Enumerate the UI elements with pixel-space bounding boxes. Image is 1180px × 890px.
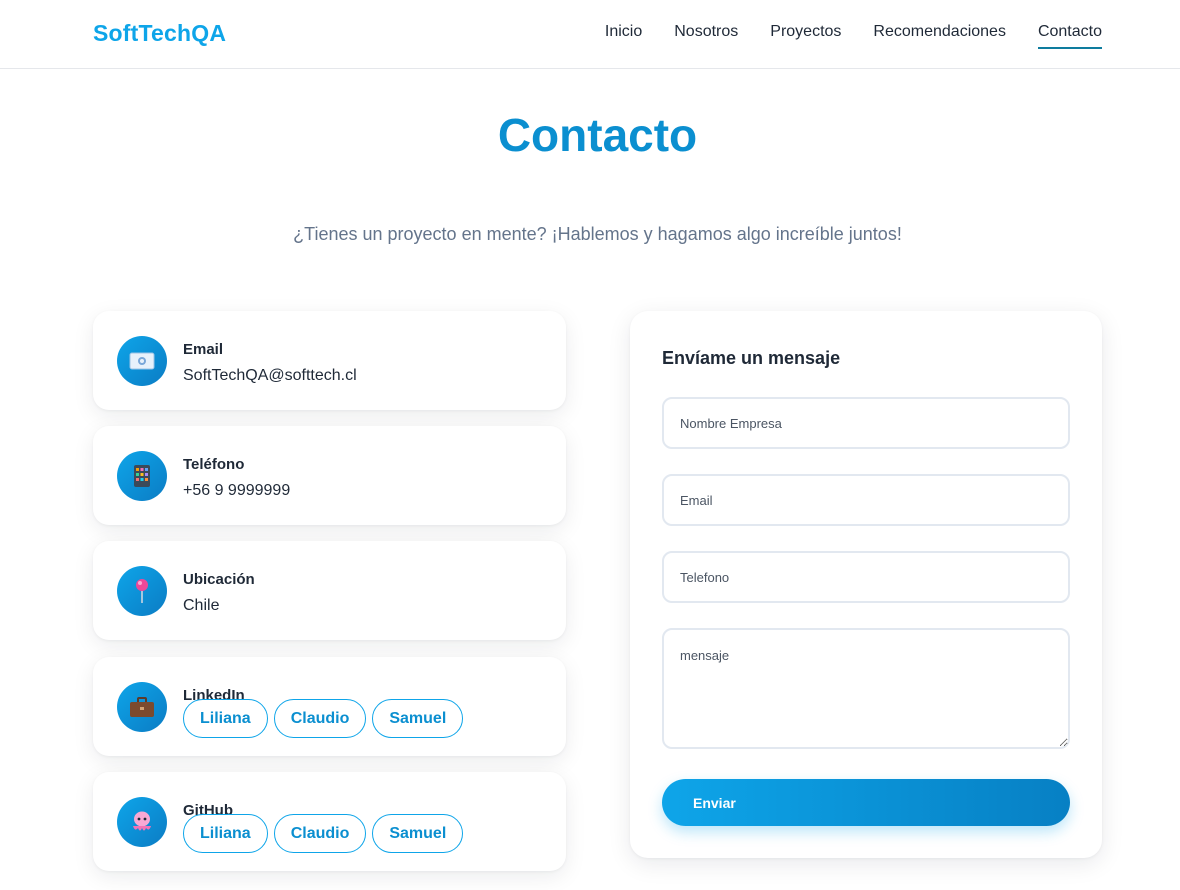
- email-title: Email: [183, 341, 224, 358]
- linkedin-card: LinkedIn Liliana Claudio Samuel: [93, 657, 566, 756]
- phone-input[interactable]: [662, 551, 1070, 603]
- main-nav: Inicio Nosotros Proyectos Recomendacione…: [605, 23, 1102, 49]
- nav-inicio[interactable]: Inicio: [605, 23, 642, 49]
- location-value: Chile: [183, 597, 220, 614]
- site-header: SoftTechQA Inicio Nosotros Proyectos Rec…: [0, 0, 1180, 69]
- phone-value[interactable]: +56 9 9999999: [183, 482, 290, 500]
- email-input[interactable]: [662, 474, 1070, 526]
- linkedin-profiles: Liliana Claudio Samuel: [183, 699, 464, 738]
- phone-icon: [117, 451, 167, 501]
- brand-logo[interactable]: SoftTechQA: [93, 20, 226, 47]
- nav-proyectos[interactable]: Proyectos: [770, 23, 841, 49]
- envelope-icon: [117, 336, 167, 386]
- github-liliana-button[interactable]: Liliana: [183, 814, 268, 853]
- github-profiles: Liliana Claudio Samuel: [183, 814, 464, 853]
- page-title: Contacto: [497, 109, 698, 161]
- nav-nosotros[interactable]: Nosotros: [674, 23, 738, 49]
- location-title: Ubicación: [183, 571, 255, 588]
- nav-contacto[interactable]: Contacto: [1037, 23, 1102, 49]
- contact-form: Envíame un mensaje Enviar: [630, 311, 1102, 858]
- nav-recomendaciones[interactable]: Recomendaciones: [873, 23, 1006, 49]
- page-subtitle: ¿Tienes un proyecto en mente? ¡Hablemos …: [293, 224, 902, 244]
- message-textarea[interactable]: [662, 628, 1070, 749]
- github-card: GitHub Liliana Claudio Samuel: [93, 772, 566, 871]
- form-title: Envíame un mensaje: [662, 348, 841, 368]
- octopus-icon: [117, 797, 167, 847]
- phone-card: Teléfono +56 9 9999999: [93, 426, 566, 525]
- linkedin-liliana-button[interactable]: Liliana: [183, 699, 268, 738]
- linkedin-samuel-button[interactable]: Samuel: [372, 699, 464, 738]
- pin-icon: [117, 566, 167, 616]
- submit-button[interactable]: Enviar: [662, 779, 1070, 826]
- github-claudio-button[interactable]: Claudio: [273, 814, 367, 853]
- email-card: Email SoftTechQA@softtech.cl: [93, 311, 566, 410]
- company-input[interactable]: [662, 397, 1070, 449]
- briefcase-icon: [117, 682, 167, 732]
- linkedin-claudio-button[interactable]: Claudio: [273, 699, 367, 738]
- phone-title: Teléfono: [183, 456, 245, 473]
- github-samuel-button[interactable]: Samuel: [372, 814, 464, 853]
- location-card: Ubicación Chile: [93, 541, 566, 640]
- email-value[interactable]: SoftTechQA@softtech.cl: [183, 367, 357, 385]
